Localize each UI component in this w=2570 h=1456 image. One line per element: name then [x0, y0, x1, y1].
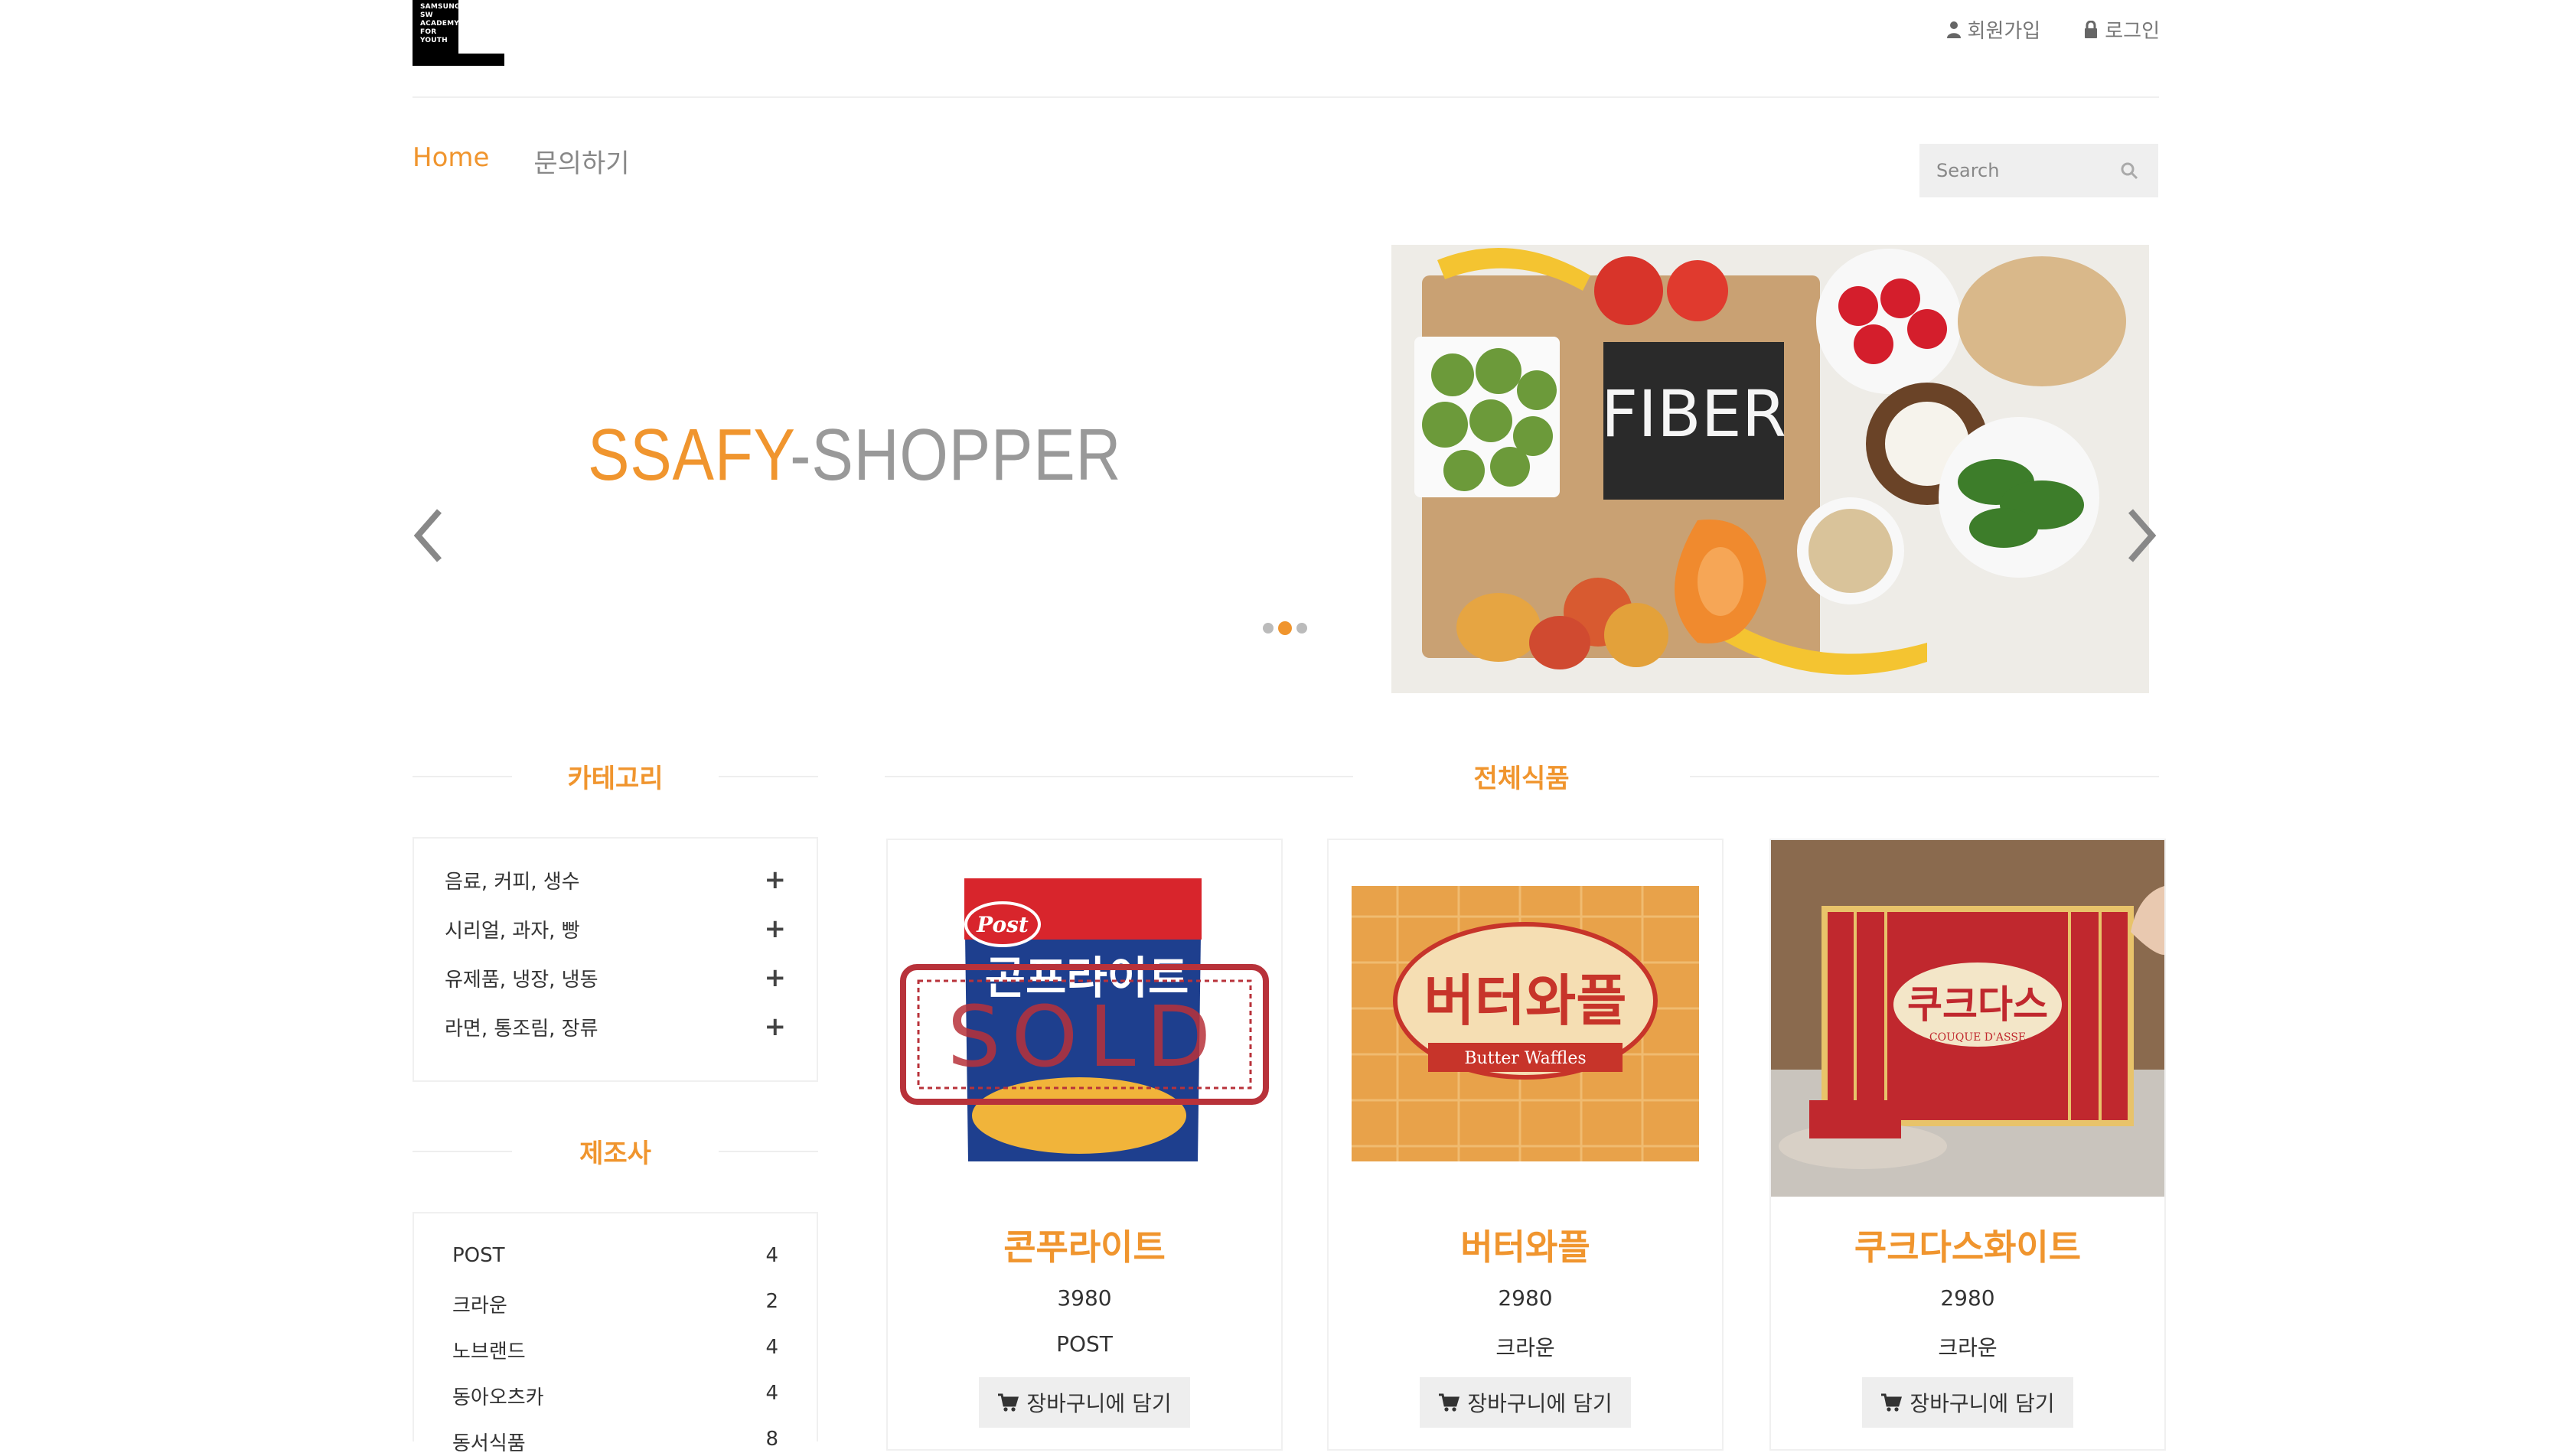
manufacturer-item-dongsuh[interactable]: 동서식품 8 — [452, 1428, 778, 1456]
add-to-cart-button[interactable]: 장바구니에 담기 — [1862, 1377, 2073, 1428]
plus-icon[interactable]: + — [765, 963, 787, 993]
butterwaffle-package-text: 버터와플 — [1424, 969, 1627, 1033]
plus-icon[interactable]: + — [765, 914, 787, 944]
product-name[interactable]: 버터와플 — [1329, 1220, 1722, 1270]
manufacturer-count: 8 — [765, 1428, 778, 1451]
butterwaffle-brand-text: Butter Waffles — [1464, 1049, 1586, 1068]
category-label: 라면, 통조림, 장류 — [445, 1017, 598, 1041]
manufacturer-item-nobrand[interactable]: 노브랜드 4 — [452, 1336, 778, 1364]
all-foods-heading-rule-right — [1690, 775, 2159, 777]
product-image[interactable]: 쿠크다스 COUQUE D'ASSE — [1771, 840, 2164, 1197]
add-to-cart-label: 장바구니에 담기 — [1467, 1391, 1613, 1416]
plus-icon[interactable]: + — [765, 865, 787, 895]
category-heading-rule-left — [413, 775, 512, 777]
category-item-dairy[interactable]: 유제품, 냉장, 냉동 + — [445, 963, 786, 993]
cart-icon — [998, 1393, 1019, 1412]
product-card[interactable]: 쿠크다스 COUQUE D'ASSE 쿠크다스화이트 2980 크라운 장바구니… — [1769, 839, 2166, 1451]
top-links: 회원가입 로그인 — [1946, 15, 2160, 44]
product-maker: 크라운 — [1938, 1335, 1998, 1360]
post-brand-text: Post — [976, 912, 1029, 937]
category-heading-rule-right — [719, 775, 818, 777]
lock-icon — [2085, 20, 2098, 38]
manufacturer-name: 동서식품 — [452, 1432, 526, 1455]
carousel-dot-3[interactable] — [1296, 623, 1307, 634]
manufacturer-count: 4 — [765, 1336, 778, 1359]
carousel-next-icon[interactable] — [2122, 505, 2160, 566]
category-list: 음료, 커피, 생수 + 시리얼, 과자, 빵 + 유제품, 냉장, 냉동 + … — [413, 837, 818, 1082]
manufacturer-count: 4 — [765, 1382, 778, 1405]
manufacturer-name: POST — [452, 1244, 505, 1267]
category-item-ramen[interactable]: 라면, 통조림, 장류 + — [445, 1011, 786, 1042]
login-label: 로그인 — [2105, 20, 2160, 43]
manufacturer-item-crown[interactable]: 크라운 2 — [452, 1290, 778, 1318]
product-maker: 크라운 — [1495, 1335, 1555, 1360]
category-item-cereal[interactable]: 시리얼, 과자, 빵 + — [445, 914, 786, 944]
hero-title-accent: SSAFY — [588, 414, 791, 496]
logo-text: SAMSUNG SW ACADEMY FOR YOUTH — [420, 3, 461, 44]
manufacturer-name: 동아오츠카 — [452, 1386, 544, 1409]
manufacturer-item-dongaotsuka[interactable]: 동아오츠카 4 — [452, 1382, 778, 1410]
signup-label: 회원가입 — [1967, 20, 2041, 43]
manufacturer-name: 크라운 — [452, 1295, 507, 1318]
product-maker: POST — [1056, 1331, 1113, 1357]
carousel-prev-icon[interactable] — [410, 505, 448, 566]
product-image[interactable]: Post 콘프라이트 SOLD — [888, 840, 1281, 1197]
cart-icon — [1439, 1393, 1460, 1412]
manufacturer-heading-rule-left — [413, 1150, 512, 1152]
samsung-sw-academy-logo[interactable]: SAMSUNG SW ACADEMY FOR YOUTH — [413, 0, 504, 66]
product-price: 2980 — [1498, 1285, 1553, 1311]
hero-title-rest: -SHOPPER — [790, 414, 1122, 496]
all-foods-heading: 전체식품 — [885, 757, 2159, 795]
add-to-cart-label: 장바구니에 담기 — [1026, 1391, 1172, 1416]
category-heading-label: 카테고리 — [567, 764, 664, 794]
manufacturer-name: 노브랜드 — [452, 1340, 526, 1363]
category-label: 유제품, 냉장, 냉동 — [445, 968, 598, 992]
search-input[interactable] — [1935, 159, 2106, 182]
manufacturer-heading: 제조사 — [413, 1132, 818, 1170]
carousel-indicators — [1263, 621, 1307, 635]
manufacturer-heading-rule-right — [719, 1150, 818, 1152]
hero-food-image: FIBER — [1391, 245, 2149, 693]
product-card[interactable]: 버터와플 Butter Waffles 버터와플 2980 크라운 장바구니에 … — [1327, 839, 1724, 1451]
manufacturer-count: 2 — [765, 1290, 778, 1313]
login-link[interactable]: 로그인 — [2083, 15, 2160, 44]
category-label: 음료, 커피, 생수 — [445, 870, 580, 894]
search-icon[interactable] — [2120, 161, 2138, 180]
signup-link[interactable]: 회원가입 — [1946, 15, 2041, 44]
hero-title: SSAFY-SHOPPER — [588, 413, 1121, 497]
product-name[interactable]: 콘푸라이트 — [888, 1220, 1281, 1270]
category-heading: 카테고리 — [413, 757, 818, 795]
manufacturer-heading-label: 제조사 — [579, 1138, 651, 1169]
user-icon — [1946, 21, 1961, 38]
add-to-cart-button[interactable]: 장바구니에 담기 — [979, 1377, 1190, 1428]
header-divider — [413, 96, 2159, 98]
category-item-beverage[interactable]: 음료, 커피, 생수 + — [445, 865, 786, 895]
fiber-chalk-text: FIBER — [1601, 376, 1786, 451]
carousel-dot-1[interactable] — [1263, 623, 1274, 634]
nav-inquiry[interactable]: 문의하기 — [533, 142, 629, 180]
product-name[interactable]: 쿠크다스화이트 — [1771, 1220, 2164, 1270]
couquedasse-package-text: 쿠크다스 — [1907, 982, 2048, 1027]
product-price: 3980 — [1057, 1285, 1112, 1311]
couquedasse-brand-text: COUQUE D'ASSE — [1929, 1031, 2026, 1044]
carousel-dot-2[interactable] — [1278, 621, 1292, 635]
page: SAMSUNG SW ACADEMY FOR YOUTH 회원가입 로그인 Ho… — [0, 0, 2570, 1455]
cart-icon — [1881, 1393, 1903, 1412]
search-box — [1919, 144, 2158, 197]
manufacturer-list: POST 4 크라운 2 노브랜드 4 동아오츠카 4 동서식품 8 — [413, 1212, 818, 1455]
all-foods-heading-label: 전체식품 — [1473, 764, 1570, 794]
add-to-cart-button[interactable]: 장바구니에 담기 — [1420, 1377, 1631, 1428]
plus-icon[interactable]: + — [765, 1011, 787, 1042]
nav-home[interactable]: Home — [413, 142, 489, 180]
manufacturer-count: 4 — [765, 1244, 778, 1267]
sold-stamp: SOLD — [947, 988, 1221, 1086]
all-foods-heading-rule-left — [885, 775, 1353, 777]
main-nav: Home 문의하기 — [413, 142, 630, 180]
add-to-cart-label: 장바구니에 담기 — [1910, 1391, 2055, 1416]
product-card[interactable]: Post 콘프라이트 SOLD 콘푸라이트 3980 POST 장바구니에 담기 — [886, 839, 1283, 1451]
category-label: 시리얼, 과자, 빵 — [445, 919, 580, 943]
product-price: 2980 — [1940, 1285, 1995, 1311]
manufacturer-item-post[interactable]: POST 4 — [452, 1244, 778, 1267]
product-image[interactable]: 버터와플 Butter Waffles — [1329, 840, 1722, 1197]
